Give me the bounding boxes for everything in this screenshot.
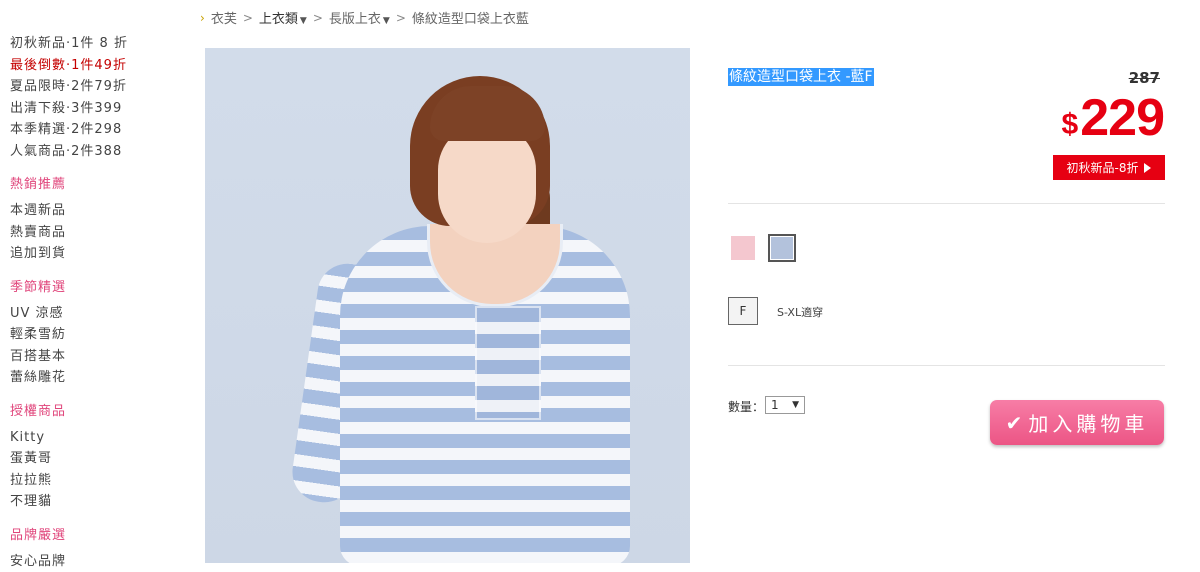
breadcrumb-separator-icon: >	[243, 11, 253, 25]
breadcrumb-home[interactable]: 衣芙	[211, 8, 237, 27]
divider	[728, 203, 1165, 204]
breadcrumb-current: 條紋造型口袋上衣藍	[412, 8, 529, 27]
breadcrumb-category[interactable]: 上衣類▼	[259, 8, 307, 27]
sidebar-item-rilakkuma[interactable]: 拉拉熊	[10, 470, 180, 492]
color-swatch-blue[interactable]	[768, 234, 796, 262]
quantity-value: 1	[771, 398, 779, 412]
sidebar-item-restock[interactable]: 追加到貨	[10, 243, 180, 265]
sidebar-item-promo[interactable]: 最後倒數·1件49折	[10, 55, 180, 77]
sidebar-item-basic[interactable]: 百搭基本	[10, 346, 180, 368]
breadcrumb-separator-icon: >	[396, 11, 406, 25]
color-swatch-pink[interactable]	[731, 236, 755, 260]
breadcrumb-subcategory[interactable]: 長版上衣▼	[329, 8, 390, 27]
shirt-pocket	[475, 306, 541, 420]
sidebar-item-promo[interactable]: 人氣商品·2件388	[10, 141, 180, 163]
sidebar-section-season: 季節精選	[10, 278, 180, 298]
check-icon: ✔	[1006, 411, 1023, 435]
sale-price: $ 229	[1062, 92, 1164, 144]
sidebar-item-lace[interactable]: 蕾絲雕花	[10, 367, 180, 389]
sidebar-item-uv[interactable]: UV 涼感	[10, 303, 180, 325]
sidebar-item-promo[interactable]: 初秋新品·1件 8 折	[10, 33, 180, 55]
sidebar-item-promo[interactable]: 本季精選·2件298	[10, 119, 180, 141]
sidebar-item-gudetama[interactable]: 蛋黃哥	[10, 448, 180, 470]
product-photo[interactable]	[205, 48, 690, 563]
sidebar-section-brand: 品牌嚴選	[10, 526, 180, 546]
breadcrumb-chevron-icon: ›	[200, 11, 205, 25]
sidebar: 初秋新品·1件 8 折 最後倒數·1件49折 夏品限時·2件79折 出清下殺·3…	[10, 33, 180, 572]
add-to-cart-button[interactable]: ✔ 加入購物車	[990, 400, 1164, 445]
currency-symbol: $	[1062, 110, 1079, 140]
sidebar-item-promo[interactable]: 出清下殺·3件399	[10, 98, 180, 120]
sidebar-item-cat[interactable]: 不理貓	[10, 491, 180, 513]
price-value: 229	[1080, 92, 1164, 144]
original-price: 287	[1129, 69, 1160, 87]
promo-badge[interactable]: 初秋新品-8折	[1053, 155, 1165, 180]
sidebar-promos: 初秋新品·1件 8 折 最後倒數·1件49折 夏品限時·2件79折 出清下殺·3…	[10, 33, 180, 162]
sidebar-item-promo[interactable]: 夏品限時·2件79折	[10, 76, 180, 98]
sidebar-section-hot: 熱銷推薦	[10, 175, 180, 195]
sidebar-item-chiffon[interactable]: 輕柔雪紡	[10, 324, 180, 346]
sidebar-item-brand[interactable]: 安心品牌	[10, 551, 180, 572]
divider	[728, 365, 1165, 366]
sidebar-item-kitty[interactable]: Kitty	[10, 427, 180, 449]
promo-badge-label: 初秋新品-8折	[1067, 159, 1139, 176]
sidebar-section-license: 授權商品	[10, 402, 180, 422]
chevron-down-icon: ▼	[383, 16, 390, 26]
size-option-f[interactable]: F	[728, 297, 758, 325]
quantity-select[interactable]: 1 ▼	[765, 396, 805, 414]
chevron-down-icon: ▼	[792, 400, 799, 410]
model-bangs	[430, 86, 545, 141]
breadcrumb-separator-icon: >	[313, 11, 323, 25]
quantity-label: 數量：	[728, 398, 764, 415]
model-face	[438, 123, 536, 243]
chevron-down-icon: ▼	[300, 16, 307, 26]
play-arrow-icon	[1144, 163, 1151, 173]
add-to-cart-label: 加入購物車	[1028, 408, 1148, 437]
sidebar-item-new[interactable]: 本週新品	[10, 200, 180, 222]
breadcrumb: › 衣芙 > 上衣類▼ > 長版上衣▼ > 條紋造型口袋上衣藍	[200, 8, 529, 27]
product-title: 條紋造型口袋上衣 -藍F	[728, 68, 874, 86]
size-note: S-XL適穿	[777, 304, 823, 320]
sidebar-item-bestseller[interactable]: 熱賣商品	[10, 222, 180, 244]
